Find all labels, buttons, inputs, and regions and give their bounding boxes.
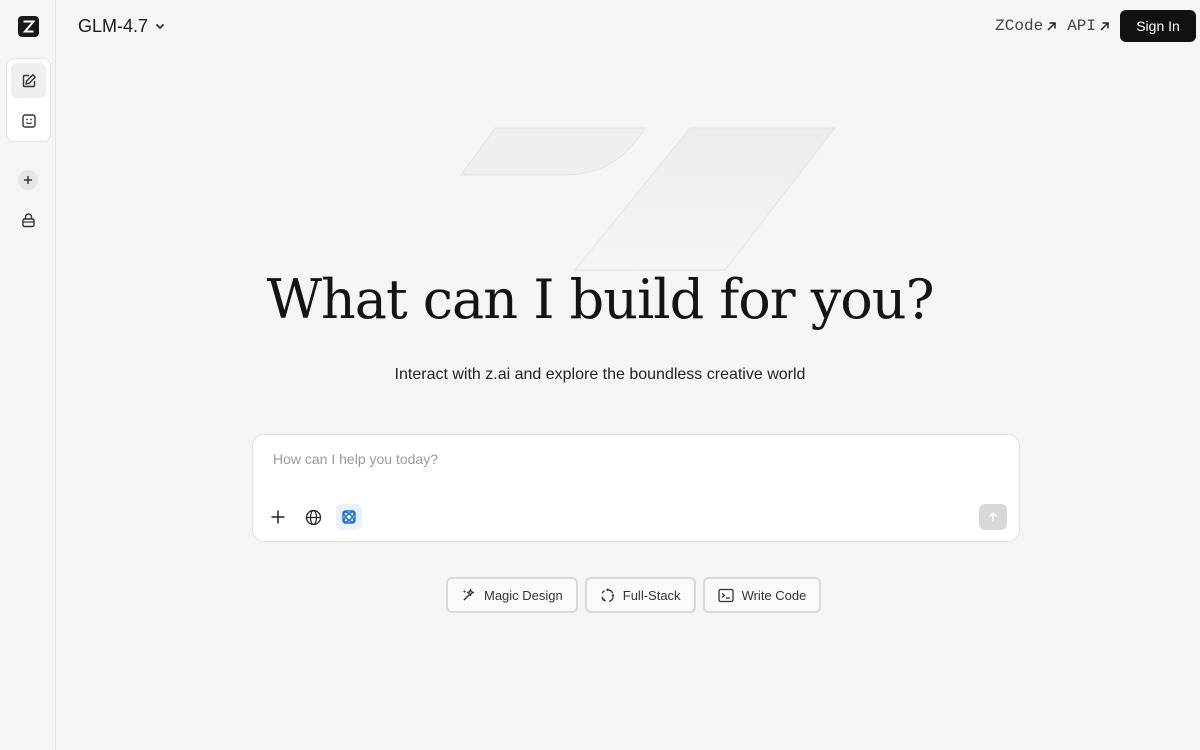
suggestion-chips: Magic Design Full-Stack Write Code (446, 577, 822, 613)
api-link-label: API (1067, 17, 1096, 35)
z-logo-icon[interactable] (18, 16, 39, 37)
model-selector[interactable]: GLM-4.7 (78, 14, 166, 38)
magic-icon (463, 588, 475, 600)
globe-icon (305, 509, 321, 525)
new-chat-button[interactable] (11, 63, 46, 98)
cycle-icon (601, 588, 614, 602)
external-arrow-icon (1100, 21, 1109, 31)
agent-face-icon (21, 113, 36, 128)
deep-think-toggle[interactable] (336, 504, 362, 530)
chip-label: Full-Stack (622, 587, 681, 603)
prompt-box (252, 434, 1020, 542)
bag-icon (21, 212, 35, 227)
arrow-up-icon (988, 511, 998, 522)
chip-label: Write Code (741, 587, 807, 603)
header-actions: ZCode API Sign In (995, 10, 1196, 42)
model-name: GLM-4.7 (78, 15, 149, 36)
agents-button[interactable] (11, 103, 46, 138)
prompt-input[interactable] (273, 447, 973, 471)
api-link[interactable]: API (1067, 17, 1110, 35)
hero-title: What can I build for you? (266, 268, 934, 331)
external-arrow-icon (1047, 21, 1056, 31)
sign-in-button[interactable]: Sign In (1120, 10, 1196, 42)
chip-magic-design[interactable]: Magic Design (446, 577, 578, 613)
zcode-link-label: ZCode (995, 17, 1044, 35)
add-button[interactable] (14, 166, 42, 194)
chip-full-stack[interactable]: Full-Stack (584, 577, 696, 613)
plus-icon (18, 170, 38, 190)
atom-icon (342, 510, 356, 524)
send-button[interactable] (979, 504, 1007, 530)
edit-icon (22, 73, 36, 87)
chevron-down-icon (155, 23, 165, 30)
attach-button[interactable] (265, 504, 291, 530)
plus-icon (271, 510, 285, 524)
chip-write-code[interactable]: Write Code (702, 577, 822, 613)
terminal-icon (717, 588, 734, 602)
web-search-button[interactable] (300, 504, 326, 530)
sidebar-primary-group (6, 58, 51, 142)
library-button[interactable] (14, 206, 42, 234)
zcode-link[interactable]: ZCode (995, 17, 1057, 35)
chip-label: Magic Design (484, 587, 563, 603)
hero-subtitle: Interact with z.ai and explore the bound… (394, 366, 806, 383)
